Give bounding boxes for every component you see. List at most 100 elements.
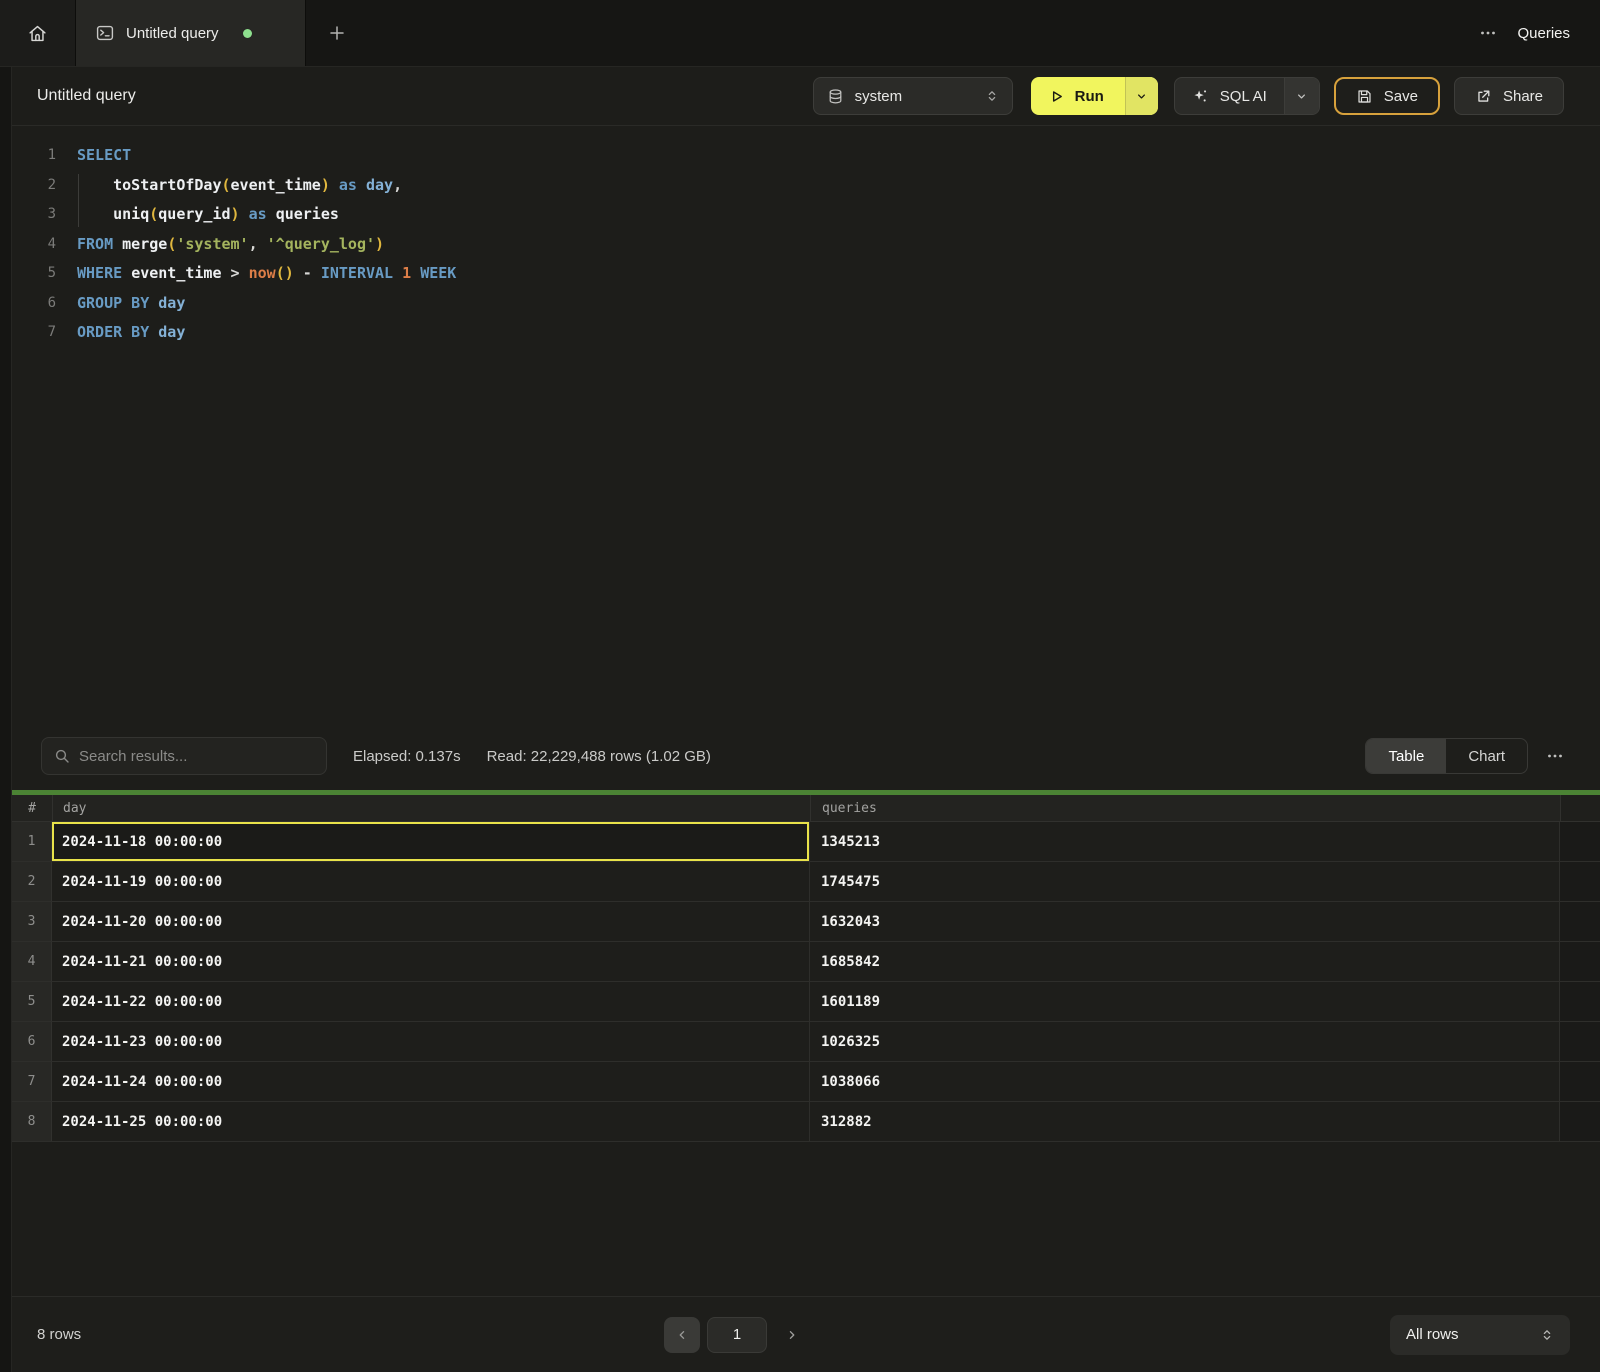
row-gutter bbox=[1560, 1022, 1600, 1061]
previous-page-button[interactable] bbox=[664, 1317, 700, 1353]
sql-editor[interactable]: 1SELECT2 toStartOfDay(event_time) as day… bbox=[12, 126, 1600, 722]
query-title: Untitled query bbox=[37, 87, 136, 105]
code-line[interactable]: 2 toStartOfDay(event_time) as day, bbox=[12, 171, 1600, 201]
home-icon bbox=[27, 23, 48, 44]
sql-console-app: Untitled query Queries Untitled query bbox=[0, 0, 1600, 1372]
database-selector[interactable]: system bbox=[813, 77, 1013, 115]
read-stat: Read: 22,229,488 rows (1.02 GB) bbox=[487, 748, 711, 765]
day-cell[interactable]: 2024-11-21 00:00:00 bbox=[52, 942, 810, 981]
search-box[interactable] bbox=[41, 737, 327, 775]
day-cell[interactable]: 2024-11-24 00:00:00 bbox=[52, 1062, 810, 1101]
queries-cell[interactable]: 1345213 bbox=[810, 822, 1560, 861]
column-header-index[interactable]: # bbox=[12, 795, 52, 821]
code-line[interactable]: 1SELECT bbox=[12, 141, 1600, 171]
results-table-body: 12024-11-18 00:00:00134521322024-11-19 0… bbox=[12, 822, 1600, 1142]
row-index-cell: 6 bbox=[12, 1022, 52, 1061]
queries-cell[interactable]: 312882 bbox=[810, 1102, 1560, 1141]
day-cell[interactable]: 2024-11-20 00:00:00 bbox=[52, 902, 810, 941]
day-cell[interactable]: 2024-11-23 00:00:00 bbox=[52, 1022, 810, 1061]
row-gutter bbox=[1560, 902, 1600, 941]
code-line-text: uniq(query_id) as queries bbox=[56, 200, 339, 230]
table-row: 82024-11-25 00:00:00312882 bbox=[12, 1102, 1600, 1142]
terminal-icon bbox=[96, 24, 114, 42]
code-line[interactable]: 5WHERE event_time > now() - INTERVAL 1 W… bbox=[12, 259, 1600, 289]
sql-ai-button[interactable]: SQL AI bbox=[1175, 78, 1284, 114]
unsaved-changes-dot bbox=[243, 29, 252, 38]
line-number: 6 bbox=[25, 289, 56, 319]
table-row: 32024-11-20 00:00:001632043 bbox=[12, 902, 1600, 942]
sql-ai-options-button[interactable] bbox=[1284, 78, 1319, 114]
row-gutter bbox=[1560, 942, 1600, 981]
row-gutter bbox=[1560, 1102, 1600, 1141]
queries-cell[interactable]: 1745475 bbox=[810, 862, 1560, 901]
table-row: 22024-11-19 00:00:001745475 bbox=[12, 862, 1600, 902]
queries-cell[interactable]: 1601189 bbox=[810, 982, 1560, 1021]
day-cell[interactable]: 2024-11-22 00:00:00 bbox=[52, 982, 810, 1021]
queries-cell[interactable]: 1685842 bbox=[810, 942, 1560, 981]
chevron-left-icon bbox=[675, 1328, 689, 1342]
row-index-cell: 8 bbox=[12, 1102, 52, 1141]
save-button[interactable]: Save bbox=[1334, 77, 1440, 115]
current-page-button[interactable]: 1 bbox=[707, 1317, 767, 1353]
results-empty-area bbox=[12, 1142, 1600, 1296]
code-line-text: WHERE event_time > now() - INTERVAL 1 WE… bbox=[56, 259, 456, 289]
elapsed-stat: Elapsed: 0.137s bbox=[353, 748, 461, 765]
home-button[interactable] bbox=[0, 0, 76, 66]
table-row: 52024-11-22 00:00:001601189 bbox=[12, 982, 1600, 1022]
code-line[interactable]: 7ORDER BY day bbox=[12, 318, 1600, 348]
pagination: 1 bbox=[664, 1317, 810, 1353]
database-icon bbox=[827, 88, 844, 105]
search-results-input[interactable] bbox=[79, 748, 314, 765]
run-button[interactable]: Run bbox=[1031, 77, 1125, 115]
search-icon bbox=[54, 748, 70, 764]
run-button-label: Run bbox=[1075, 88, 1104, 105]
row-gutter bbox=[1560, 862, 1600, 901]
code-line-text: GROUP BY day bbox=[56, 289, 185, 319]
code-lines: 1SELECT2 toStartOfDay(event_time) as day… bbox=[12, 141, 1600, 348]
column-header-day[interactable]: day bbox=[52, 795, 810, 821]
line-number: 7 bbox=[25, 318, 56, 348]
sparkles-icon bbox=[1192, 88, 1209, 105]
queries-cell[interactable]: 1026325 bbox=[810, 1022, 1560, 1061]
updown-chevron-icon bbox=[985, 89, 999, 103]
results-more-button[interactable] bbox=[1546, 747, 1564, 765]
sql-ai-button-group: SQL AI bbox=[1174, 77, 1320, 115]
tab-table-view[interactable]: Table bbox=[1366, 739, 1446, 773]
line-number: 1 bbox=[25, 141, 56, 171]
new-tab-button[interactable] bbox=[306, 0, 368, 66]
page-size-selector[interactable]: All rows bbox=[1390, 1315, 1570, 1355]
topbar-more-button[interactable] bbox=[1479, 24, 1497, 42]
tab-untitled-query[interactable]: Untitled query bbox=[76, 0, 306, 66]
run-button-group: Run bbox=[1031, 77, 1158, 115]
line-number: 3 bbox=[25, 200, 56, 230]
chevron-down-icon bbox=[1135, 90, 1148, 103]
queries-cell[interactable]: 1632043 bbox=[810, 902, 1560, 941]
row-index-cell: 4 bbox=[12, 942, 52, 981]
share-button[interactable]: Share bbox=[1454, 77, 1564, 115]
indent-guide bbox=[78, 174, 79, 227]
queries-link[interactable]: Queries bbox=[1517, 25, 1570, 42]
row-index-cell: 2 bbox=[12, 862, 52, 901]
code-line[interactable]: 3 uniq(query_id) as queries bbox=[12, 200, 1600, 230]
day-cell[interactable]: 2024-11-19 00:00:00 bbox=[52, 862, 810, 901]
run-options-button[interactable] bbox=[1125, 77, 1158, 115]
play-icon bbox=[1048, 88, 1065, 105]
code-line[interactable]: 6GROUP BY day bbox=[12, 289, 1600, 319]
tab-chart-view[interactable]: Chart bbox=[1446, 739, 1527, 773]
next-page-button[interactable] bbox=[774, 1317, 810, 1353]
day-cell[interactable]: 2024-11-18 00:00:00 bbox=[52, 822, 810, 861]
day-cell[interactable]: 2024-11-25 00:00:00 bbox=[52, 1102, 810, 1141]
page-size-value: All rows bbox=[1406, 1326, 1459, 1343]
row-gutter bbox=[1560, 982, 1600, 1021]
code-line[interactable]: 4FROM merge('system', '^query_log') bbox=[12, 230, 1600, 260]
row-gutter bbox=[1560, 822, 1600, 861]
tab-title: Untitled query bbox=[126, 25, 219, 42]
row-index-cell: 7 bbox=[12, 1062, 52, 1101]
code-line-text: toStartOfDay(event_time) as day, bbox=[56, 171, 402, 201]
row-index-cell: 1 bbox=[12, 822, 52, 861]
column-header-queries[interactable]: queries bbox=[810, 795, 1560, 821]
chevron-right-icon bbox=[785, 1328, 799, 1342]
code-line-text: ORDER BY day bbox=[56, 318, 185, 348]
queries-cell[interactable]: 1038066 bbox=[810, 1062, 1560, 1101]
database-selector-value: system bbox=[855, 88, 903, 105]
